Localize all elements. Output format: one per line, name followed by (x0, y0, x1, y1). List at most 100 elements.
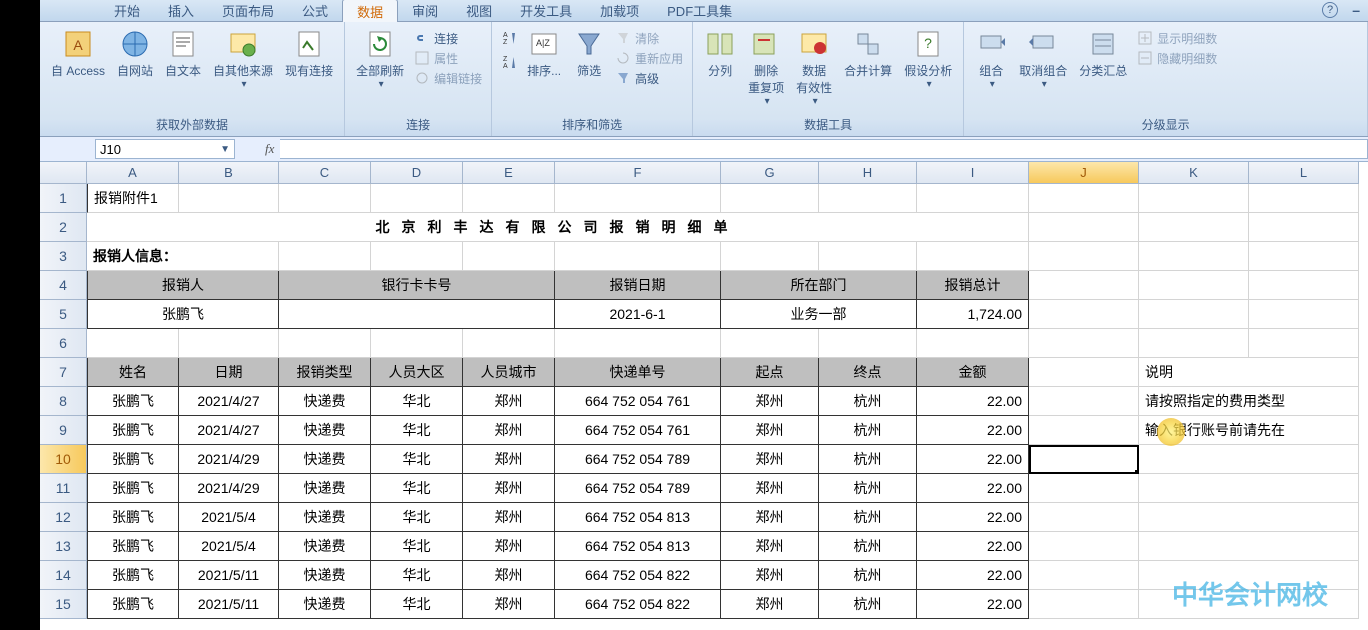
subtotal-button[interactable]: 分类汇总 (1074, 26, 1132, 81)
cell[interactable]: 人员大区 (371, 358, 463, 387)
cell[interactable]: 1,724.00 (917, 300, 1029, 329)
cell[interactable]: 664 752 054 813 (555, 503, 721, 532)
cell[interactable]: 2021/4/29 (179, 474, 279, 503)
row-header-8[interactable]: 8 (40, 387, 87, 416)
group-button[interactable]: 组合 (970, 26, 1012, 92)
cell[interactable] (1249, 329, 1359, 358)
cell[interactable] (917, 242, 1029, 271)
col-header-E[interactable]: E (463, 162, 555, 184)
from-access-button[interactable]: A自 Access (46, 26, 110, 81)
col-header-L[interactable]: L (1249, 162, 1359, 184)
properties-button[interactable]: 属性 (411, 48, 485, 68)
cell[interactable]: 华北 (371, 416, 463, 445)
cell[interactable]: 张鹏飞 (87, 387, 179, 416)
ungroup-button[interactable]: 取消组合 (1014, 26, 1072, 92)
col-header-A[interactable]: A (87, 162, 179, 184)
cell[interactable] (1029, 242, 1139, 271)
cell[interactable]: 郑州 (721, 590, 819, 619)
col-header-H[interactable]: H (819, 162, 917, 184)
row-header-2[interactable]: 2 (40, 213, 87, 242)
cell[interactable]: 所在部门 (721, 271, 917, 300)
cell[interactable]: 说明 (1139, 358, 1359, 387)
cell[interactable] (917, 184, 1029, 213)
cell[interactable] (279, 184, 371, 213)
cell[interactable]: 664 752 054 761 (555, 416, 721, 445)
data-validation-button[interactable]: 数据 有效性 (791, 26, 837, 109)
row-header-10[interactable]: 10 (40, 445, 87, 474)
fx-icon[interactable]: fx (265, 141, 274, 157)
cell[interactable]: 22.00 (917, 590, 1029, 619)
cell[interactable]: 664 752 054 761 (555, 387, 721, 416)
cell[interactable]: 郑州 (721, 416, 819, 445)
cell[interactable]: 快递费 (279, 561, 371, 590)
cell[interactable]: 22.00 (917, 445, 1029, 474)
cell[interactable] (1029, 329, 1139, 358)
cell[interactable] (463, 329, 555, 358)
cell[interactable]: 华北 (371, 561, 463, 590)
cell[interactable] (1029, 474, 1139, 503)
col-header-J[interactable]: J (1029, 162, 1139, 184)
cell[interactable]: 2021-6-1 (555, 300, 721, 329)
cell[interactable]: 张鹏飞 (87, 503, 179, 532)
tab-layout[interactable]: 页面布局 (208, 0, 288, 22)
cell[interactable] (1139, 184, 1249, 213)
text-to-col-button[interactable]: 分列 (699, 26, 741, 81)
col-header-D[interactable]: D (371, 162, 463, 184)
cell[interactable]: 华北 (371, 445, 463, 474)
cell[interactable]: 张鹏飞 (87, 300, 279, 329)
cell[interactable]: 22.00 (917, 474, 1029, 503)
cell[interactable]: 杭州 (819, 503, 917, 532)
cell[interactable] (371, 329, 463, 358)
cell[interactable]: 张鹏飞 (87, 416, 179, 445)
cell[interactable]: 杭州 (819, 532, 917, 561)
cell[interactable]: 快递费 (279, 474, 371, 503)
clear-button[interactable]: 清除 (612, 28, 686, 48)
col-header-I[interactable]: I (917, 162, 1029, 184)
cell[interactable] (1029, 590, 1139, 619)
filter-button[interactable]: 筛选 (568, 26, 610, 81)
row-header-7[interactable]: 7 (40, 358, 87, 387)
cell[interactable]: 郑州 (463, 387, 555, 416)
cell[interactable]: 华北 (371, 503, 463, 532)
cell[interactable] (1139, 242, 1249, 271)
cell[interactable] (179, 184, 279, 213)
cell[interactable] (179, 329, 279, 358)
cell[interactable]: 快递单号 (555, 358, 721, 387)
cell[interactable]: 报销类型 (279, 358, 371, 387)
tab-pdf[interactable]: PDF工具集 (653, 0, 746, 22)
cell[interactable]: 张鹏飞 (87, 590, 179, 619)
cell[interactable]: 22.00 (917, 561, 1029, 590)
cell[interactable]: 郑州 (721, 387, 819, 416)
cell[interactable]: 华北 (371, 474, 463, 503)
help-icon[interactable]: ? (1322, 2, 1338, 18)
tab-start[interactable]: 开始 (100, 0, 154, 22)
sort-desc-button[interactable]: ZA (498, 52, 520, 72)
cell[interactable] (721, 184, 819, 213)
cell[interactable] (1029, 271, 1139, 300)
col-header-C[interactable]: C (279, 162, 371, 184)
row-header-12[interactable]: 12 (40, 503, 87, 532)
cell[interactable]: 郑州 (463, 503, 555, 532)
cell[interactable] (1029, 358, 1139, 387)
cell[interactable]: 张鹏飞 (87, 532, 179, 561)
tab-data[interactable]: 数据 (342, 0, 398, 23)
cell[interactable]: 杭州 (819, 590, 917, 619)
cell[interactable] (1249, 300, 1359, 329)
cell[interactable] (279, 242, 371, 271)
cell[interactable]: 银行卡卡号 (279, 271, 555, 300)
cell[interactable]: 郑州 (721, 561, 819, 590)
cell[interactable]: 2021/5/4 (179, 532, 279, 561)
cell[interactable] (463, 242, 555, 271)
cell[interactable]: 664 752 054 822 (555, 590, 721, 619)
cell[interactable] (279, 300, 555, 329)
row-header-14[interactable]: 14 (40, 561, 87, 590)
cell[interactable]: 杭州 (819, 445, 917, 474)
row-header-5[interactable]: 5 (40, 300, 87, 329)
row-header-11[interactable]: 11 (40, 474, 87, 503)
cell[interactable]: 报销人 (87, 271, 279, 300)
cell[interactable]: 杭州 (819, 474, 917, 503)
cell[interactable]: 起点 (721, 358, 819, 387)
cell[interactable]: 22.00 (917, 503, 1029, 532)
col-header-F[interactable]: F (555, 162, 721, 184)
cell[interactable]: 华北 (371, 387, 463, 416)
